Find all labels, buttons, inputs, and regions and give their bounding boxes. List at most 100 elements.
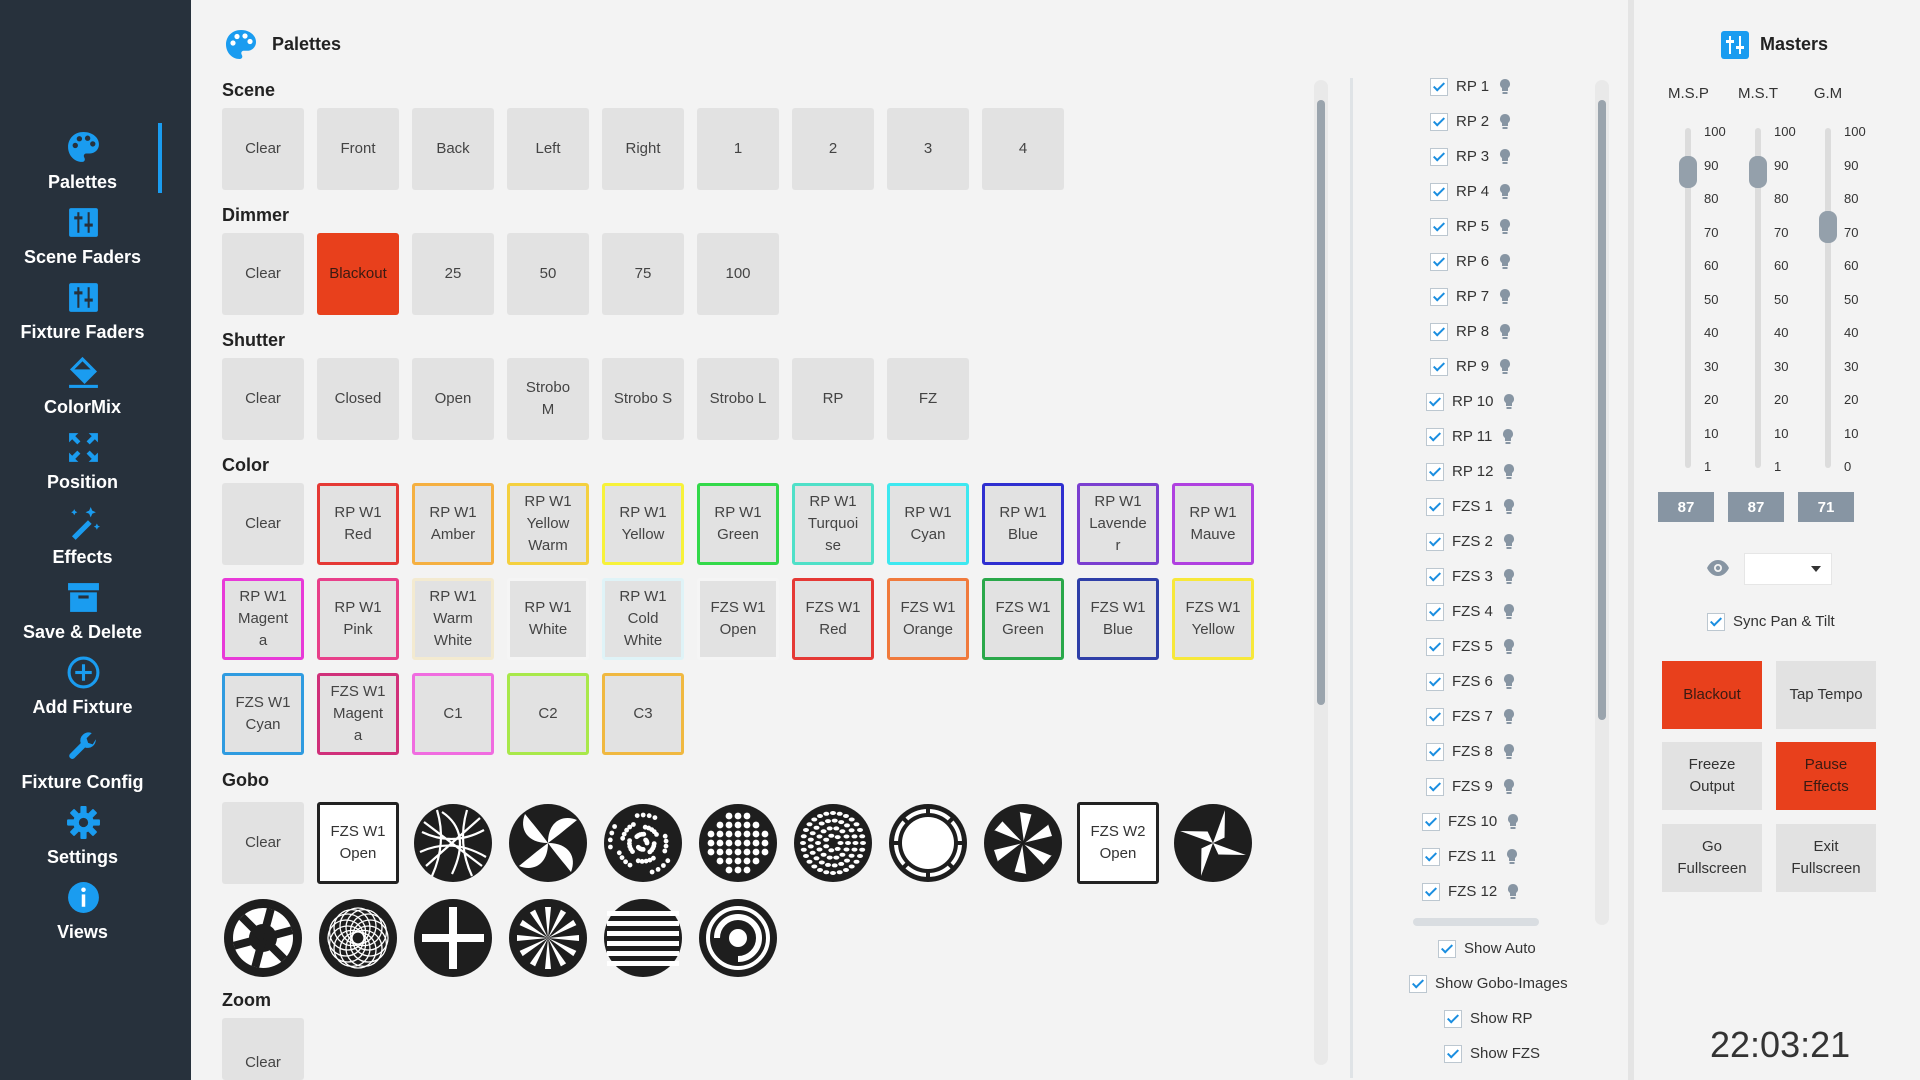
dimmer-button[interactable]: 25 — [412, 233, 494, 315]
gobo-image-button[interactable] — [602, 802, 684, 884]
shutter-button[interactable]: FZ — [887, 358, 969, 440]
fixture-item[interactable]: RP 3 — [1430, 148, 1511, 170]
color-button[interactable]: RP W1 Mauve — [1172, 483, 1254, 565]
checkbox-checked[interactable] — [1430, 78, 1448, 97]
color-button[interactable]: FZS W1 Cyan — [222, 673, 304, 755]
shutter-button[interactable]: Strobo M — [507, 358, 589, 440]
checkbox-checked[interactable] — [1438, 940, 1456, 959]
lightbulb-icon[interactable] — [1499, 218, 1511, 236]
fixture-item[interactable]: RP 6 — [1430, 253, 1511, 275]
lightbulb-icon[interactable] — [1503, 743, 1515, 761]
view-select[interactable] — [1744, 553, 1832, 585]
checkbox-checked[interactable] — [1426, 778, 1444, 797]
dimmer-blackout-button[interactable]: Blackout — [317, 233, 399, 315]
fixture-item[interactable]: FZS 9 — [1426, 778, 1515, 800]
sync-pan-tilt-checkbox[interactable]: Sync Pan & Tilt — [1707, 613, 1835, 632]
checkbox-checked[interactable] — [1426, 533, 1444, 552]
fixture-item[interactable]: FZS 7 — [1426, 708, 1515, 730]
fixture-item[interactable]: RP 4 — [1430, 183, 1511, 205]
gobo-image-button[interactable] — [982, 802, 1064, 884]
shutter-button[interactable]: Strobo L — [697, 358, 779, 440]
color-button[interactable]: FZS W1 Orange — [887, 578, 969, 660]
nav-item-add-fixture[interactable]: Add Fixture — [0, 655, 165, 727]
lightbulb-icon[interactable] — [1503, 638, 1515, 656]
nav-item-fixture-faders[interactable]: Fixture Faders — [0, 280, 165, 352]
gobo-image-button[interactable] — [887, 802, 969, 884]
color-button[interactable]: C3 — [602, 673, 684, 755]
lightbulb-icon[interactable] — [1503, 778, 1515, 796]
checkbox-checked[interactable] — [1422, 813, 1440, 832]
color-button[interactable]: RP W1 Red — [317, 483, 399, 565]
gobo-image-button[interactable] — [792, 802, 874, 884]
color-button[interactable]: RP W1 Warm White — [412, 578, 494, 660]
color-button[interactable]: RP W1 White — [507, 578, 589, 660]
dimmer-button[interactable]: 50 — [507, 233, 589, 315]
checkbox-checked[interactable] — [1707, 613, 1725, 632]
color-button[interactable]: C1 — [412, 673, 494, 755]
checkbox-checked[interactable] — [1422, 848, 1440, 867]
shutter-button[interactable]: Strobo S — [602, 358, 684, 440]
fixture-list-hscrollbar[interactable] — [1413, 918, 1539, 926]
checkbox-checked[interactable] — [1444, 1045, 1462, 1064]
color-button[interactable]: RP W1 Blue — [982, 483, 1064, 565]
lightbulb-icon[interactable] — [1499, 288, 1511, 306]
gobo-open-button[interactable]: FZS W2 Open — [1077, 802, 1159, 884]
nav-item-fixture-config[interactable]: Fixture Config — [0, 730, 165, 802]
checkbox-checked[interactable] — [1430, 218, 1448, 237]
scene-button[interactable]: Left — [507, 108, 589, 190]
fixture-item[interactable]: FZS 11 — [1422, 848, 1518, 870]
checkbox-checked[interactable] — [1426, 568, 1444, 587]
checkbox-checked[interactable] — [1426, 708, 1444, 727]
lightbulb-icon[interactable] — [1499, 148, 1511, 166]
option-show-rp[interactable]: Show RP — [1444, 1010, 1533, 1029]
lightbulb-icon[interactable] — [1503, 533, 1515, 551]
fixture-item[interactable]: RP 5 — [1430, 218, 1511, 240]
color-button[interactable]: FZS W1 Blue — [1077, 578, 1159, 660]
fixture-item[interactable]: FZS 10 — [1422, 813, 1519, 835]
nav-item-colormix[interactable]: ColorMix — [0, 355, 165, 427]
color-button[interactable]: RP W1 Yellow Warm — [507, 483, 589, 565]
exit-fullscreen-button[interactable]: Exit Fullscreen — [1776, 824, 1876, 892]
checkbox-checked[interactable] — [1444, 1010, 1462, 1029]
gobo-image-button[interactable] — [507, 802, 589, 884]
master-fader-handle[interactable] — [1749, 156, 1767, 189]
checkbox-checked[interactable] — [1422, 883, 1440, 902]
fixture-item[interactable]: FZS 2 — [1426, 533, 1515, 555]
lightbulb-icon[interactable] — [1499, 323, 1511, 341]
checkbox-checked[interactable] — [1426, 603, 1444, 622]
master-fader-handle[interactable] — [1679, 156, 1697, 189]
gobo-image-button[interactable] — [602, 897, 684, 979]
blackout-button[interactable]: Blackout — [1662, 661, 1762, 729]
fixture-item[interactable]: RP 7 — [1430, 288, 1511, 310]
color-button[interactable]: RP W1 Yellow — [602, 483, 684, 565]
gobo-image-button[interactable] — [507, 897, 589, 979]
tap-tempo-button[interactable]: Tap Tempo — [1776, 661, 1876, 729]
color-button[interactable]: FZS W1 Yellow — [1172, 578, 1254, 660]
fixture-item[interactable]: FZS 4 — [1426, 603, 1515, 625]
lightbulb-icon[interactable] — [1499, 113, 1511, 131]
color-button[interactable]: RP W1 Cold White — [602, 578, 684, 660]
color-button[interactable]: RP W1 Magent a — [222, 578, 304, 660]
lightbulb-icon[interactable] — [1503, 673, 1515, 691]
scene-button[interactable]: 4 — [982, 108, 1064, 190]
scene-button[interactable]: Clear — [222, 108, 304, 190]
lightbulb-icon[interactable] — [1503, 463, 1515, 481]
color-button[interactable]: FZS W1 Red — [792, 578, 874, 660]
color-button[interactable]: FZS W1 Magent a — [317, 673, 399, 755]
checkbox-checked[interactable] — [1430, 323, 1448, 342]
fixture-item[interactable]: FZS 5 — [1426, 638, 1515, 660]
option-show-gobo-images[interactable]: Show Gobo-Images — [1409, 975, 1568, 994]
gobo-clear-button[interactable]: Clear — [222, 802, 304, 884]
lightbulb-icon[interactable] — [1507, 813, 1519, 831]
color-button[interactable]: C2 — [507, 673, 589, 755]
lightbulb-icon[interactable] — [1502, 428, 1514, 446]
pause-effects-button[interactable]: Pause Effects — [1776, 742, 1876, 810]
fixture-item[interactable]: RP 9 — [1430, 358, 1511, 380]
zoom-button[interactable]: Clear — [222, 1018, 304, 1080]
gobo-image-button[interactable] — [222, 897, 304, 979]
option-show-fzs[interactable]: Show FZS — [1444, 1045, 1540, 1064]
color-button[interactable]: FZS W1 Green — [982, 578, 1064, 660]
scene-button[interactable]: Front — [317, 108, 399, 190]
color-button[interactable]: Clear — [222, 483, 304, 565]
fixture-item[interactable]: RP 8 — [1430, 323, 1511, 345]
